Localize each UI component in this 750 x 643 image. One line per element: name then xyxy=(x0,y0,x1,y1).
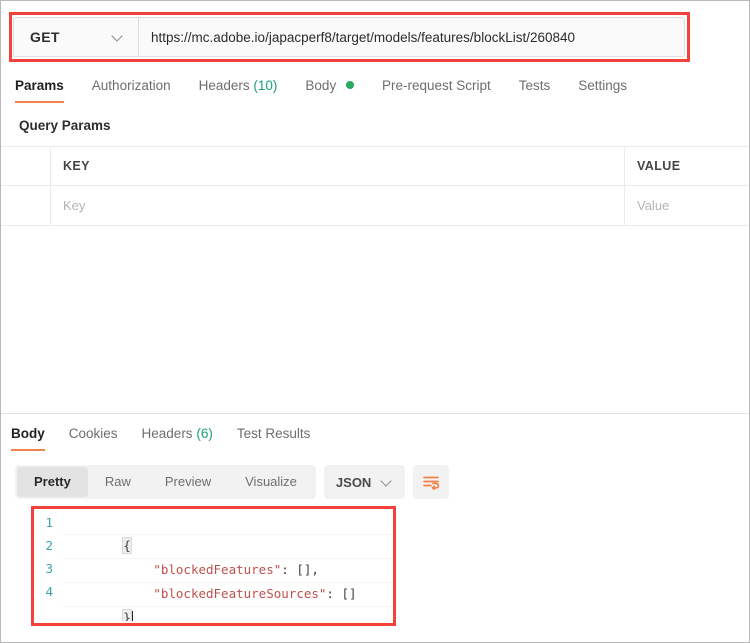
json-value-blocked-feature-sources: : [] xyxy=(326,586,357,601)
query-params-table: KEY VALUE Key Value xyxy=(1,146,749,226)
json-key-blocked-features: "blockedFeatures" xyxy=(153,562,282,577)
json-close-brace: } xyxy=(122,609,132,621)
tab-headers-label: Headers xyxy=(198,78,250,93)
response-format-label: JSON xyxy=(335,474,372,490)
response-tab-test-results[interactable]: Test Results xyxy=(237,421,311,451)
json-value-blocked-features: : [], xyxy=(281,562,319,577)
tab-authorization[interactable]: Authorization xyxy=(92,73,171,103)
table-header-row: KEY VALUE xyxy=(1,146,749,186)
request-url-text: https://mc.adobe.io/japacperf8/target/mo… xyxy=(151,29,576,45)
word-wrap-icon xyxy=(423,476,440,490)
http-method-dropdown[interactable]: GET xyxy=(14,18,139,56)
view-mode-raw[interactable]: Raw xyxy=(88,467,148,497)
json-code-lines: { "blockedFeatures": [], "blockedFeature… xyxy=(63,511,392,621)
view-mode-visualize[interactable]: Visualize xyxy=(228,467,314,497)
chevron-down-icon xyxy=(381,476,393,488)
json-open-brace: { xyxy=(122,537,132,554)
line-number-gutter: 1 2 3 4 xyxy=(37,511,63,621)
row-checkbox-cell[interactable] xyxy=(1,186,51,225)
param-value-input[interactable]: Value xyxy=(625,186,749,225)
request-url-bar: GET https://mc.adobe.io/japacperf8/targe… xyxy=(13,17,685,57)
column-header-key: KEY xyxy=(51,147,625,185)
body-has-content-dot-icon xyxy=(345,81,354,89)
word-wrap-button[interactable] xyxy=(413,465,450,499)
column-header-value: VALUE xyxy=(637,159,681,173)
tab-params[interactable]: Params xyxy=(15,73,64,103)
request-url-input[interactable]: https://mc.adobe.io/japacperf8/target/mo… xyxy=(139,18,684,56)
chevron-down-icon xyxy=(112,31,124,43)
response-tab-headers-count: (6) xyxy=(196,426,213,441)
line-number: 2 xyxy=(45,538,53,553)
tab-pre-request-script[interactable]: Pre-request Script xyxy=(382,73,491,103)
request-tab-bar: Params Authorization Headers (10) Body P… xyxy=(1,73,749,109)
response-tab-cookies-label: Cookies xyxy=(68,426,118,441)
param-key-input[interactable]: Key xyxy=(51,186,625,225)
table-row: Key Value xyxy=(1,186,749,226)
tab-headers-count: (10) xyxy=(253,78,278,93)
json-key-blocked-feature-sources: "blockedFeatureSources" xyxy=(153,586,327,601)
tab-tests[interactable]: Tests xyxy=(519,73,551,103)
response-tab-body-label: Body xyxy=(11,426,45,441)
view-mode-preview[interactable]: Preview xyxy=(148,467,228,497)
tab-tests-label: Tests xyxy=(518,78,551,93)
postman-request-response-panel: GET https://mc.adobe.io/japacperf8/targe… xyxy=(0,0,750,643)
http-method-label: GET xyxy=(30,29,60,45)
text-cursor xyxy=(131,611,133,621)
response-format-dropdown[interactable]: JSON xyxy=(323,465,406,499)
response-body-json-viewer[interactable]: 1 2 3 4 { "blockedFeatures": [], "blocke… xyxy=(37,511,392,621)
query-params-title: Query Params xyxy=(19,118,111,133)
tab-headers[interactable]: Headers (10) xyxy=(199,73,278,103)
response-tab-bar: Body Cookies Headers (6) Test Results xyxy=(1,421,749,455)
view-mode-pretty[interactable]: Pretty xyxy=(17,467,88,497)
response-tab-body[interactable]: Body xyxy=(11,421,45,451)
tab-authorization-label: Authorization xyxy=(91,78,171,93)
response-tab-cookies[interactable]: Cookies xyxy=(69,421,118,451)
response-viewer-toolbar: Pretty Raw Preview Visualize JSON xyxy=(15,465,450,499)
response-tab-headers[interactable]: Headers (6) xyxy=(142,421,213,451)
tab-settings[interactable]: Settings xyxy=(578,73,627,103)
line-number: 3 xyxy=(45,561,53,576)
response-tab-headers-label: Headers xyxy=(141,426,193,441)
response-tab-test-results-label: Test Results xyxy=(236,426,311,441)
tab-body-label: Body xyxy=(305,78,337,93)
line-number: 4 xyxy=(45,584,53,599)
select-all-checkbox-cell[interactable] xyxy=(1,147,51,185)
tab-body[interactable]: Body xyxy=(305,73,354,103)
tab-pre-request-script-label: Pre-request Script xyxy=(381,78,491,93)
line-number: 1 xyxy=(45,515,53,530)
tab-params-label: Params xyxy=(15,78,64,93)
view-mode-segmented-control: Pretty Raw Preview Visualize xyxy=(15,465,316,499)
json-line-1: { xyxy=(63,511,392,554)
tab-settings-label: Settings xyxy=(578,78,628,93)
response-section-divider xyxy=(1,413,749,414)
